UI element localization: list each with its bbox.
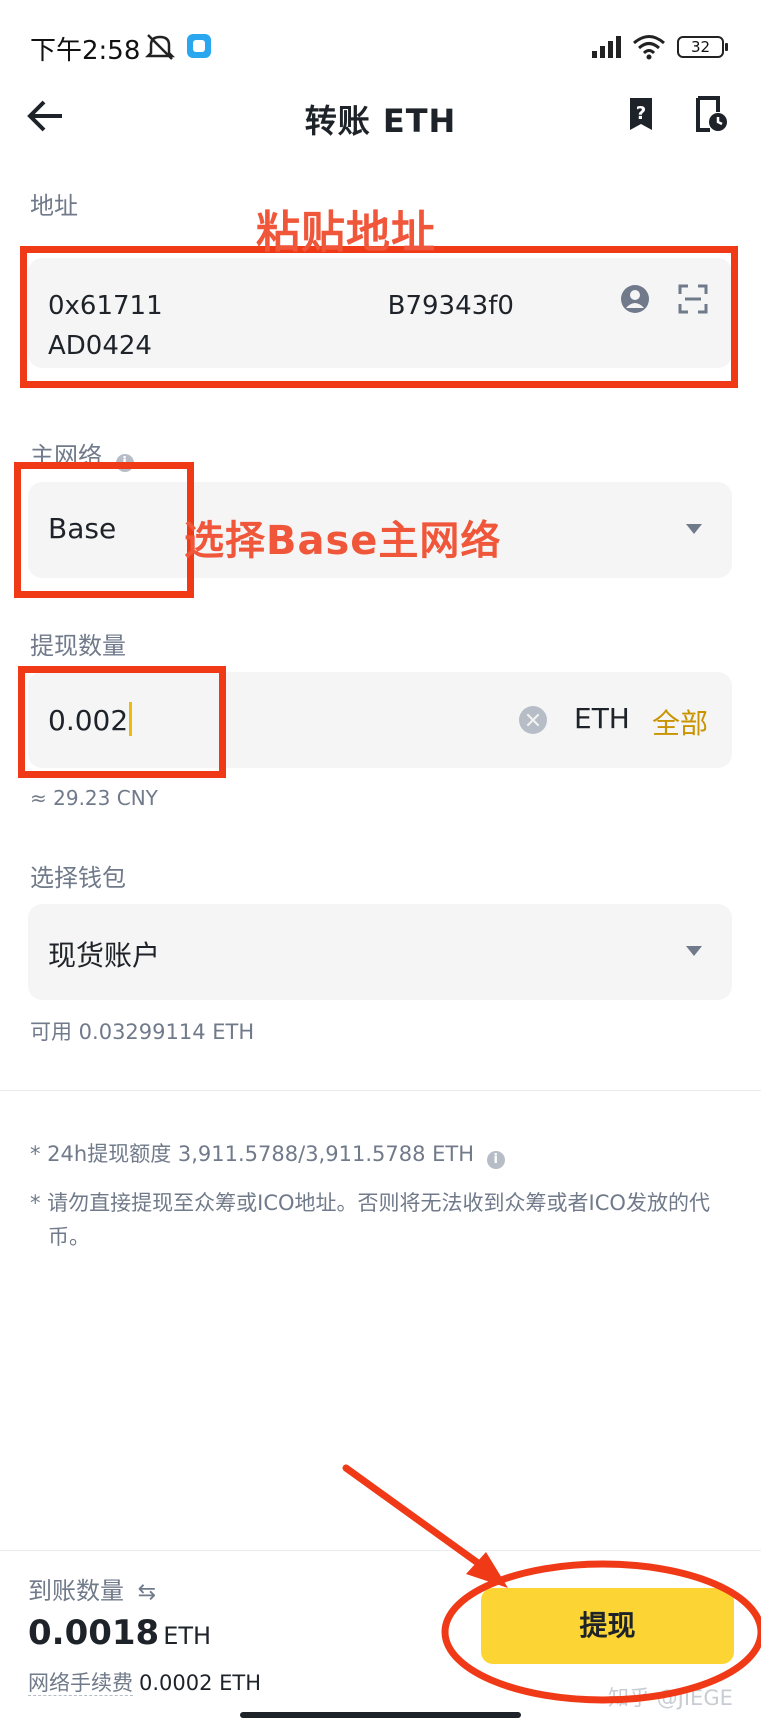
annotation-arrow: [342, 1464, 761, 1704]
